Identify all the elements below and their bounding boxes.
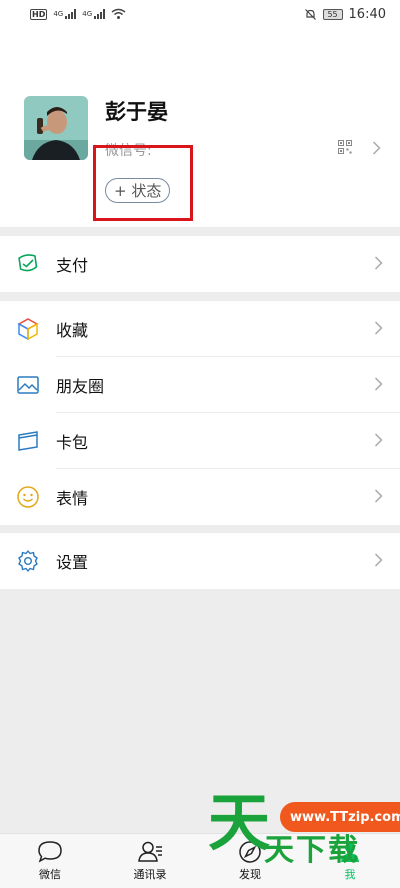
network-label-2: 4G: [82, 10, 93, 18]
battery-icon: 55: [322, 8, 343, 20]
signal-icon-1: [65, 9, 77, 19]
avatar[interactable]: [24, 96, 88, 160]
status-right: 55 16:40: [304, 7, 386, 22]
menu-group-settings: 设置: [0, 533, 400, 589]
person-icon: [341, 842, 359, 862]
network-label-1: 4G: [53, 10, 64, 18]
status-left: HD 4G 4G: [30, 8, 126, 20]
watermark-site: www.TTzip.com: [280, 802, 400, 832]
compass-icon: [239, 841, 261, 863]
menu-item-favorites[interactable]: 收藏: [0, 301, 400, 357]
profile-section[interactable]: 彭于晏 微信号: + 状态: [0, 28, 400, 227]
tab-label: 微信: [39, 868, 61, 881]
card-icon: [18, 431, 38, 451]
menu-label: 收藏: [56, 321, 89, 340]
tab-me[interactable]: 我: [300, 834, 400, 888]
menu-label: 朋友圈: [56, 377, 105, 396]
chevron-right-icon: [374, 321, 383, 335]
chevron-right-icon: [374, 256, 383, 270]
menu-group-main: 收藏 朋友圈 卡包 表情: [0, 301, 400, 525]
mute-bell-icon: [304, 8, 316, 20]
tab-discover[interactable]: 发现: [200, 834, 300, 888]
tab-label: 发现: [239, 868, 261, 881]
clock: 16:40: [348, 6, 386, 22]
qr-code-icon[interactable]: [338, 140, 352, 154]
menu-label: 设置: [56, 553, 89, 572]
chevron-right-icon: [374, 553, 383, 567]
menu-item-stickers[interactable]: 表情: [0, 469, 400, 525]
chevron-right-icon: [374, 433, 383, 447]
tab-contacts[interactable]: 通讯录: [100, 834, 200, 888]
profile-name: 彭于晏: [105, 100, 168, 124]
chat-bubble-icon: [38, 841, 62, 863]
menu-label: 表情: [56, 489, 89, 508]
tab-chats[interactable]: 微信: [0, 834, 100, 888]
wifi-icon: [111, 8, 126, 19]
chevron-right-icon: [372, 141, 381, 155]
bottom-tab-bar: 微信 通讯录 发现 我: [0, 833, 400, 888]
menu-label: 支付: [56, 256, 89, 275]
menu-item-cards[interactable]: 卡包: [0, 413, 400, 469]
favorites-cube-icon: [17, 318, 39, 341]
chevron-right-icon: [374, 377, 383, 391]
signal-icon-2: [94, 9, 106, 19]
chevron-right-icon: [374, 489, 383, 503]
menu-label: 卡包: [56, 433, 89, 452]
hd-icon: HD: [30, 8, 48, 20]
sticker-smile-icon: [17, 486, 39, 508]
contacts-icon: [138, 841, 162, 862]
tab-label: 我: [344, 868, 356, 881]
wallet-icon: [18, 254, 38, 272]
status-bar: HD 4G 4G 55 16:40: [0, 0, 400, 28]
moments-image-icon: [17, 376, 39, 394]
highlight-box: [93, 145, 193, 221]
menu-item-pay[interactable]: 支付: [0, 236, 400, 292]
menu-item-settings[interactable]: 设置: [0, 533, 400, 589]
menu-item-moments[interactable]: 朋友圈: [0, 357, 400, 413]
tab-label: 通讯录: [133, 868, 167, 881]
menu-group-pay: 支付: [0, 236, 400, 292]
gear-icon: [18, 550, 38, 572]
